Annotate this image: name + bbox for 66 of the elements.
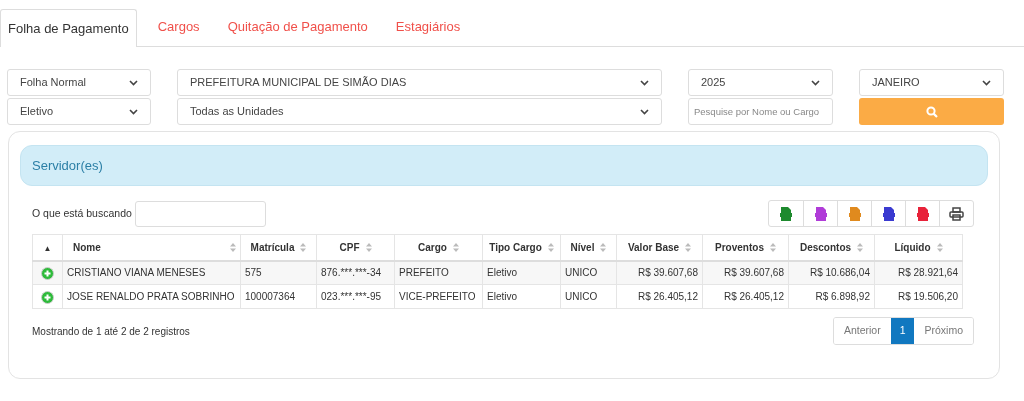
- records-info: Mostrando de 1 até 2 de 2 registros: [32, 324, 190, 339]
- table-cell: VICE-PREFEITO: [394, 284, 483, 309]
- search-field[interactable]: Pesquise por Nome ou Cargo: [688, 98, 833, 125]
- sort-icon: [857, 242, 864, 252]
- tab[interactable]: Folha de Pagamento: [0, 9, 137, 47]
- table-cell: PREFEITO: [394, 260, 483, 285]
- column-header[interactable]: Tipo Cargo: [482, 234, 561, 261]
- panel-title: Servidor(es): [32, 156, 103, 175]
- sort-icon: [936, 242, 943, 252]
- pagination-button[interactable]: 1: [890, 318, 915, 344]
- sort-icon: [365, 242, 372, 252]
- chevron-icon: [640, 108, 649, 115]
- table-cell: JOSE RENALDO PRATA SOBRINHO: [62, 284, 241, 309]
- column-header[interactable]: Cargo: [394, 234, 483, 261]
- table-cell: 575: [240, 260, 317, 285]
- sort-icon: [685, 242, 692, 252]
- table-cell: R$ 26.405,12: [702, 284, 789, 309]
- column-header[interactable]: Nome: [62, 234, 241, 261]
- dropdown[interactable]: Eletivo: [7, 98, 151, 125]
- sort-icon: [600, 242, 607, 252]
- search-label: O que está buscando: [32, 205, 132, 221]
- table-cell: UNICO: [560, 284, 617, 309]
- dropdown[interactable]: 2025: [688, 69, 833, 96]
- table-cell: Eletivo: [482, 284, 561, 309]
- expand-icon[interactable]: [41, 290, 54, 304]
- table-cell: R$ 28.921,64: [874, 260, 963, 285]
- chevron-icon: [129, 108, 138, 115]
- column-header[interactable]: Matrícula: [240, 234, 317, 261]
- column-header[interactable]: Proventos: [702, 234, 789, 261]
- expand-icon[interactable]: [41, 267, 54, 281]
- table-cell: R$ 39.607,68: [616, 260, 703, 285]
- table-cell: R$ 19.506,20: [874, 284, 963, 309]
- table-cell: 876.***.***-34: [316, 260, 395, 285]
- sort-icon: [300, 242, 307, 252]
- chevron-icon: [640, 79, 649, 86]
- search-icon: [925, 105, 938, 118]
- table-search-field[interactable]: [134, 200, 266, 227]
- table-cell: R$ 26.405,12: [616, 284, 703, 309]
- column-header[interactable]: Líquido: [874, 234, 963, 261]
- dropdown[interactable]: Todas as Unidades: [177, 98, 662, 125]
- table-cell: 023.***.***-95: [316, 284, 395, 309]
- dropdown[interactable]: Folha Normal: [7, 69, 151, 96]
- table-cell: R$ 10.686,04: [788, 260, 875, 285]
- sort-indicator[interactable]: ▲: [43, 243, 52, 253]
- table-cell: R$ 39.607,68: [702, 260, 789, 285]
- tab[interactable]: Cargos: [150, 8, 207, 46]
- table-cell: UNICO: [560, 260, 617, 285]
- table-cell: Eletivo: [482, 260, 561, 285]
- table-cell: R$ 6.898,92: [788, 284, 875, 309]
- chevron-icon: [811, 79, 820, 86]
- tab[interactable]: Quitação de Pagamento: [220, 8, 375, 46]
- tab[interactable]: Estagiários: [388, 8, 468, 46]
- sort-icon: [547, 242, 554, 252]
- column-header[interactable]: CPF: [316, 234, 395, 261]
- sort-icon: [769, 242, 776, 252]
- dropdown[interactable]: JANEIRO: [859, 69, 1004, 96]
- sort-icon: [230, 242, 236, 252]
- dropdown[interactable]: PREFEITURA MUNICIPAL DE SIMÃO DIAS: [177, 69, 662, 96]
- table-cell: 100007364: [240, 284, 317, 309]
- chevron-icon: [982, 79, 991, 86]
- table-cell: CRISTIANO VIANA MENESES: [62, 260, 241, 285]
- sort-icon: [452, 242, 459, 252]
- chevron-icon: [129, 79, 138, 86]
- column-header[interactable]: Nível: [560, 234, 617, 261]
- column-header[interactable]: Descontos: [788, 234, 875, 261]
- column-header[interactable]: Valor Base: [616, 234, 703, 261]
